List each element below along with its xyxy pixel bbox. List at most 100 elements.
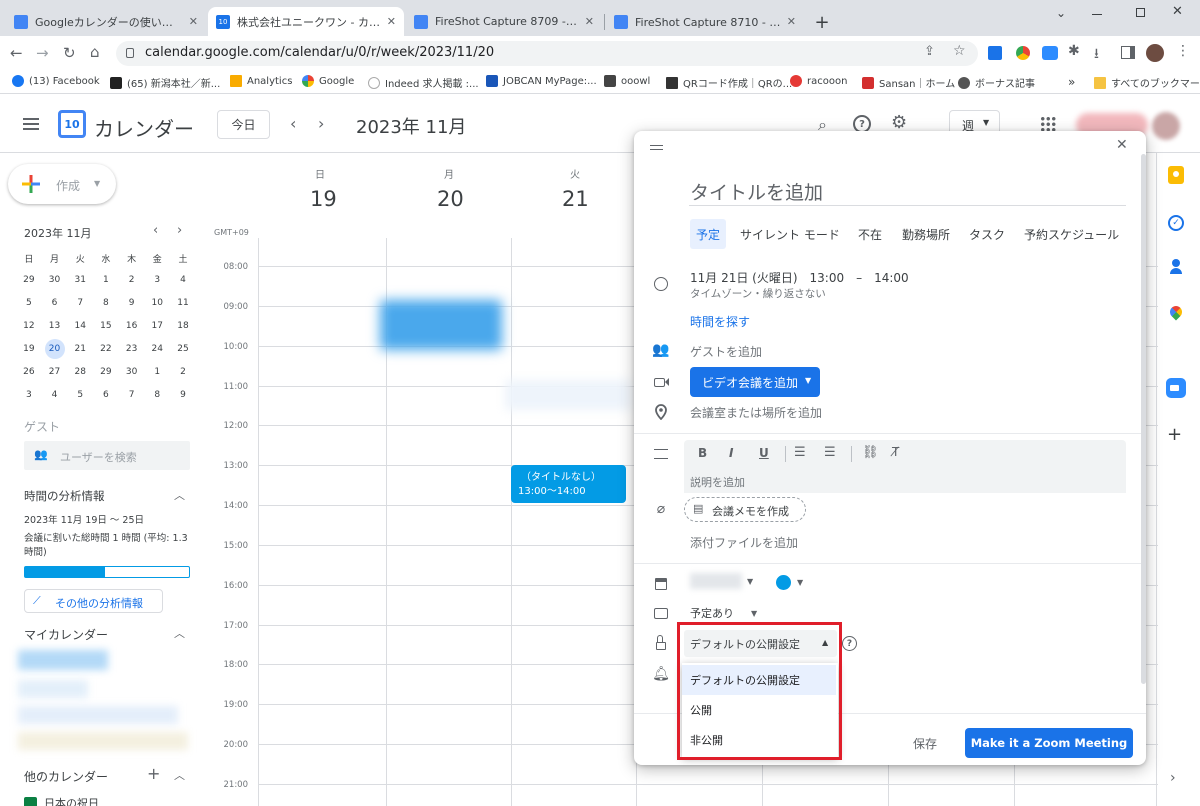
create-button[interactable]: 作成 ▼	[8, 164, 116, 204]
menu-dots-icon[interactable]: ⋮	[1176, 43, 1190, 59]
share-icon[interactable]: ⇪	[924, 44, 935, 59]
tab-focus-time[interactable]: サイレント モード	[734, 219, 846, 249]
home-icon[interactable]: ⌂	[90, 43, 100, 61]
mini-day[interactable]: 3	[16, 390, 42, 400]
mini-day[interactable]: 14	[67, 321, 93, 331]
my-calendar-item-blurred[interactable]	[18, 706, 178, 724]
mini-day[interactable]: 30	[42, 275, 68, 285]
day-header-num[interactable]: 19	[310, 187, 337, 211]
bookmark-facebook[interactable]: (13) Facebook	[12, 75, 100, 87]
tab-event[interactable]: 予定	[690, 219, 727, 249]
mini-day[interactable]: 2	[170, 367, 196, 377]
bookmark-qr[interactable]: QRコード作成｜QRの...	[666, 75, 792, 90]
clear-formatting-icon[interactable]: T̸	[892, 445, 899, 459]
all-bookmarks[interactable]: すべてのブックマーク	[1094, 75, 1200, 90]
mini-day[interactable]: 31	[67, 275, 93, 285]
close-icon[interactable]: ✕	[585, 15, 594, 28]
new-event-block[interactable]: （タイトルなし） 13:00〜14:00	[511, 465, 626, 503]
day-header-num[interactable]: 21	[562, 187, 589, 211]
holiday-checkbox[interactable]	[24, 797, 37, 806]
apps-grid-icon[interactable]	[1040, 116, 1056, 132]
mini-day[interactable]: 19	[16, 344, 42, 354]
next-week-icon[interactable]: ›	[318, 114, 324, 133]
mini-day[interactable]: 5	[16, 298, 42, 308]
mini-next-icon[interactable]: ›	[177, 223, 182, 238]
hamburger-menu-icon[interactable]	[23, 118, 39, 130]
drag-handle-icon[interactable]	[650, 145, 663, 150]
tasks-icon[interactable]: ✓	[1168, 215, 1184, 231]
availability-selector[interactable]: 予定あり	[690, 605, 734, 621]
mini-day[interactable]: 29	[93, 367, 119, 377]
location-field[interactable]: 会議室または場所を追加	[690, 404, 822, 421]
description-editor[interactable]	[684, 440, 1126, 493]
dialog-scrollbar[interactable]	[1141, 154, 1146, 684]
mini-day[interactable]: 28	[67, 367, 93, 377]
mini-day[interactable]: 3	[144, 275, 170, 285]
visibility-help-icon[interactable]: ?	[842, 636, 857, 651]
browser-tab-4[interactable]: FireShot Capture 8710 - 株式会 ✕	[606, 7, 804, 36]
tab-working-location[interactable]: 勤務場所	[896, 219, 956, 249]
close-icon[interactable]: ✕	[387, 15, 396, 28]
mini-day[interactable]: 22	[93, 344, 119, 354]
more-analytics-button[interactable]: ⟋ その他の分析情報	[24, 589, 163, 613]
bookmark-indeed[interactable]: Indeed 求人掲載 :...	[368, 75, 479, 90]
browser-tab-3[interactable]: FireShot Capture 8709 - Google ✕	[406, 7, 602, 36]
mini-day[interactable]: 7	[119, 390, 145, 400]
numbered-list-icon[interactable]: ☰	[794, 445, 806, 460]
account-avatar[interactable]	[1152, 112, 1180, 140]
url-text[interactable]: calendar.google.com/calendar/u/0/r/week/…	[145, 45, 494, 60]
mini-day[interactable]: 9	[119, 298, 145, 308]
add-addon-icon[interactable]: +	[1167, 424, 1182, 445]
bookmarks-overflow[interactable]: »	[1068, 75, 1075, 89]
bookmark-racooon[interactable]: racooon	[790, 75, 847, 87]
close-icon[interactable]: ✕	[787, 15, 796, 28]
chevron-down-icon[interactable]: ▼	[797, 578, 803, 587]
underline-icon[interactable]: U	[759, 446, 769, 460]
mini-day[interactable]: 10	[144, 298, 170, 308]
zoom-meeting-button[interactable]: Make it a Zoom Meeting	[965, 728, 1133, 758]
download-icon[interactable]: ⭳	[1094, 43, 1099, 67]
close-icon[interactable]: ✕	[189, 15, 198, 28]
mini-day[interactable]: 21	[67, 344, 93, 354]
mini-day[interactable]: 15	[93, 321, 119, 331]
forward-icon[interactable]: →	[36, 44, 49, 62]
star-icon[interactable]: ☆	[953, 43, 966, 59]
sidepanel-icon[interactable]	[1121, 46, 1135, 59]
day-header-num[interactable]: 20	[437, 187, 464, 211]
mini-day[interactable]: 30	[119, 367, 145, 377]
extension-fireshot-icon[interactable]	[988, 46, 1002, 60]
tab-appointment-schedule[interactable]: 予約スケジュール	[1018, 219, 1125, 249]
settings-gear-icon[interactable]: ⚙	[891, 112, 907, 133]
bookmark-google[interactable]: Google	[302, 75, 354, 87]
mini-day[interactable]: 5	[67, 390, 93, 400]
mini-day[interactable]: 12	[16, 321, 42, 331]
mini-day[interactable]: 8	[93, 298, 119, 308]
maps-icon[interactable]	[1167, 303, 1185, 322]
mini-day[interactable]: 1	[93, 275, 119, 285]
timezone-repeat[interactable]: タイムゾーン・繰り返さない	[690, 286, 826, 301]
event-date-time[interactable]: 11月 21日 (火曜日) 13:00 – 14:00	[690, 269, 909, 286]
maximize-icon[interactable]	[1136, 8, 1145, 17]
chevron-up-icon[interactable]: ︿	[174, 767, 185, 783]
mini-day[interactable]: 16	[119, 321, 145, 331]
title-input[interactable]: タイトルを追加	[690, 178, 823, 205]
close-dialog-icon[interactable]: ✕	[1116, 137, 1128, 153]
chevron-up-icon[interactable]: ︿	[174, 625, 185, 641]
add-calendar-icon[interactable]: +	[147, 764, 160, 783]
mini-day[interactable]: 9	[170, 390, 196, 400]
event-color-dot[interactable]	[776, 575, 791, 590]
extension-chrome-icon[interactable]	[1016, 46, 1030, 60]
bookmark-ooowl[interactable]: ooowl	[604, 75, 650, 87]
mini-day[interactable]: 29	[16, 275, 42, 285]
find-time-link[interactable]: 時間を探す	[690, 313, 750, 330]
mini-day[interactable]: 7	[67, 298, 93, 308]
contacts-icon[interactable]	[1170, 259, 1182, 275]
back-icon[interactable]: ←	[10, 44, 23, 62]
extension-zoom-icon[interactable]	[1042, 46, 1058, 60]
mini-day[interactable]: 4	[170, 275, 196, 285]
mini-day[interactable]: 6	[93, 390, 119, 400]
mini-day[interactable]: 1	[144, 367, 170, 377]
tab-out-of-office[interactable]: 不在	[852, 219, 888, 249]
user-search-input[interactable]: 👥 ユーザーを検索	[24, 441, 190, 470]
bold-icon[interactable]: B	[698, 446, 707, 460]
